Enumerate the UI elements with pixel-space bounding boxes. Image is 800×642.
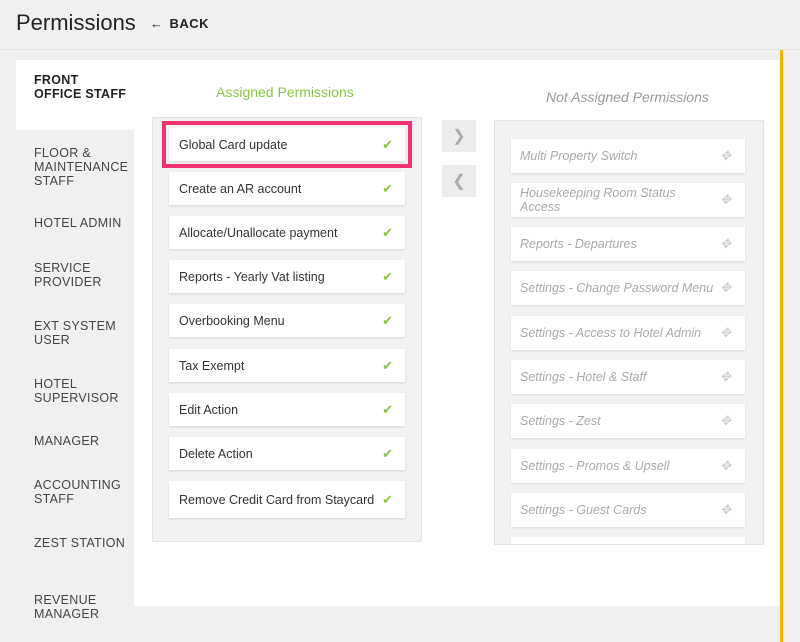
not-assigned-permission-item[interactable]: Settings - Zest ✥ bbox=[511, 404, 745, 438]
not-assigned-permission-item[interactable]: Settings - Hotel & Staff ✥ bbox=[511, 360, 745, 394]
assigned-permission-item[interactable]: Tax Exempt ✔ bbox=[169, 349, 405, 382]
sidebar-item-label: MANAGER bbox=[34, 434, 100, 448]
permission-label: Allocate/Unallocate payment bbox=[179, 225, 338, 240]
sidebar-item-label: ZEST STATION bbox=[34, 536, 126, 550]
sidebar-item-label: HOTEL SUPERVISOR bbox=[34, 377, 119, 405]
sidebar-item-label: REVENUE MANAGER bbox=[34, 593, 100, 621]
sidebar-item-label: SERVICE PROVIDER bbox=[34, 261, 102, 289]
not-assigned-permission-item[interactable]: Settings - Promos & Upsell ✥ bbox=[511, 449, 745, 483]
sidebar-item-label: ACCOUNTING STAFF bbox=[34, 478, 122, 506]
accent-bar bbox=[780, 50, 783, 642]
permission-label: Settings - Access to Hotel Admin bbox=[520, 326, 702, 340]
not-assigned-permissions-title: Not Assigned Permissions bbox=[546, 89, 709, 105]
sidebar-item-accounting-staff[interactable]: ACCOUNTING STAFF bbox=[16, 478, 134, 506]
sidebar-item-hotel-admin[interactable]: HOTEL ADMIN bbox=[16, 216, 134, 230]
not-assigned-permission-item[interactable]: Reports - Departures ✥ bbox=[511, 227, 745, 261]
move-icon: ✥ bbox=[720, 413, 731, 428]
check-icon: ✔ bbox=[382, 445, 393, 461]
move-icon: ✥ bbox=[720, 502, 731, 517]
permission-label: Global Card update bbox=[179, 137, 288, 152]
permission-label: Tax Exempt bbox=[179, 358, 245, 373]
assigned-permission-item[interactable]: Create an AR account ✔ bbox=[169, 172, 405, 205]
sidebar-item-zest-station[interactable]: ZEST STATION bbox=[16, 536, 134, 550]
not-assigned-permission-item[interactable]: Settings - Access to Hotel Admin ✥ bbox=[511, 316, 745, 350]
permission-label: Reports - Yearly Vat listing bbox=[179, 269, 325, 284]
assigned-permission-item[interactable]: Reports - Yearly Vat listing ✔ bbox=[169, 260, 405, 293]
move-icon: ✥ bbox=[720, 369, 731, 384]
move-icon: ✥ bbox=[720, 280, 731, 295]
permission-label: Housekeeping Room Status Access bbox=[520, 186, 676, 214]
chevron-right-icon: ❯ bbox=[452, 128, 466, 145]
assigned-permission-item[interactable]: Global Card update ✔ bbox=[162, 121, 412, 168]
assigned-permissions-list: Global Card update ✔ Create an AR accoun… bbox=[152, 117, 422, 542]
check-icon: ✔ bbox=[382, 268, 393, 284]
not-assigned-permission-item[interactable]: Housekeeping Room Status Access ✥ bbox=[511, 183, 745, 217]
not-assigned-permission-item[interactable] bbox=[511, 537, 745, 544]
sidebar-item-label: HOTEL ADMIN bbox=[34, 216, 122, 230]
move-icon: ✥ bbox=[720, 148, 731, 163]
back-label: BACK bbox=[169, 16, 210, 31]
assigned-permissions-title: Assigned Permissions bbox=[216, 84, 354, 100]
check-icon: ✔ bbox=[382, 357, 393, 373]
permission-label: Delete Action bbox=[179, 446, 253, 461]
header-divider bbox=[0, 49, 800, 50]
not-assigned-permission-item[interactable]: Multi Property Switch ✥ bbox=[511, 139, 745, 173]
page-title: Permissions bbox=[16, 10, 136, 35]
move-left-button[interactable]: ❮ bbox=[442, 165, 476, 197]
sidebar-item-label: FRONT OFFICE STAFF bbox=[34, 73, 127, 101]
permission-label: Remove Credit Card from Staycard bbox=[179, 492, 375, 507]
not-assigned-permission-item[interactable]: Settings - Guest Cards ✥ bbox=[511, 493, 745, 527]
permission-label: Settings - Zest bbox=[520, 414, 601, 428]
assigned-permission-item[interactable]: Overbooking Menu ✔ bbox=[169, 304, 405, 337]
back-button[interactable]: ← BACK bbox=[150, 16, 209, 31]
assigned-permission-item[interactable]: Remove Credit Card from Staycard ✔ bbox=[169, 481, 405, 518]
move-icon: ✥ bbox=[720, 458, 731, 473]
sidebar-item-front-office-staff[interactable]: FRONT OFFICE STAFF bbox=[16, 60, 134, 130]
chevron-left-icon: ❮ bbox=[452, 173, 466, 190]
sidebar-item-service-provider[interactable]: SERVICE PROVIDER bbox=[16, 261, 134, 289]
permission-label: Multi Property Switch bbox=[520, 149, 638, 163]
check-icon: ✔ bbox=[382, 312, 393, 328]
move-icon: ✥ bbox=[720, 192, 731, 207]
sidebar-item-hotel-supervisor[interactable]: HOTEL SUPERVISOR bbox=[16, 377, 134, 405]
sidebar-item-manager[interactable]: MANAGER bbox=[16, 434, 134, 448]
permission-label: Edit Action bbox=[179, 402, 239, 417]
assigned-permission-item[interactable]: Allocate/Unallocate payment ✔ bbox=[169, 216, 405, 249]
sidebar-item-label: FLOOR & MAINTENANCE STAFF bbox=[34, 146, 129, 188]
check-icon: ✔ bbox=[382, 401, 393, 417]
permission-label: Settings - Promos & Upsell bbox=[520, 459, 670, 473]
permission-label: Overbooking Menu bbox=[179, 313, 285, 328]
permission-label: Settings - Hotel & Staff bbox=[520, 370, 647, 384]
sidebar-item-label: EXT SYSTEM USER bbox=[34, 319, 116, 347]
assigned-permission-item[interactable]: Delete Action ✔ bbox=[169, 437, 405, 470]
move-icon: ✥ bbox=[720, 236, 731, 251]
permission-label: Settings - Change Password Menu bbox=[520, 281, 714, 295]
check-icon: ✔ bbox=[382, 180, 393, 196]
page-header: Permissions ← BACK bbox=[0, 0, 800, 50]
sidebar-item-revenue-manager[interactable]: REVENUE MANAGER bbox=[16, 593, 134, 621]
sidebar-item-ext-system-user[interactable]: EXT SYSTEM USER bbox=[16, 319, 134, 347]
not-assigned-permissions-list: Multi Property Switch ✥ Housekeeping Roo… bbox=[494, 120, 764, 545]
move-right-button[interactable]: ❯ bbox=[442, 120, 476, 152]
sidebar-item-floor-maintenance-staff[interactable]: FLOOR & MAINTENANCE STAFF bbox=[16, 146, 134, 188]
assigned-permission-item[interactable]: Edit Action ✔ bbox=[169, 393, 405, 426]
move-icon: ✥ bbox=[720, 325, 731, 340]
permission-label: Create an AR account bbox=[179, 181, 302, 196]
arrow-left-icon: ← bbox=[150, 16, 164, 31]
permission-label: Settings - Guest Cards bbox=[520, 503, 647, 517]
check-icon: ✔ bbox=[382, 136, 393, 152]
permission-label: Reports - Departures bbox=[520, 237, 637, 251]
check-icon: ✔ bbox=[382, 491, 393, 507]
check-icon: ✔ bbox=[382, 224, 393, 240]
not-assigned-permission-item[interactable]: Settings - Change Password Menu ✥ bbox=[511, 271, 745, 305]
